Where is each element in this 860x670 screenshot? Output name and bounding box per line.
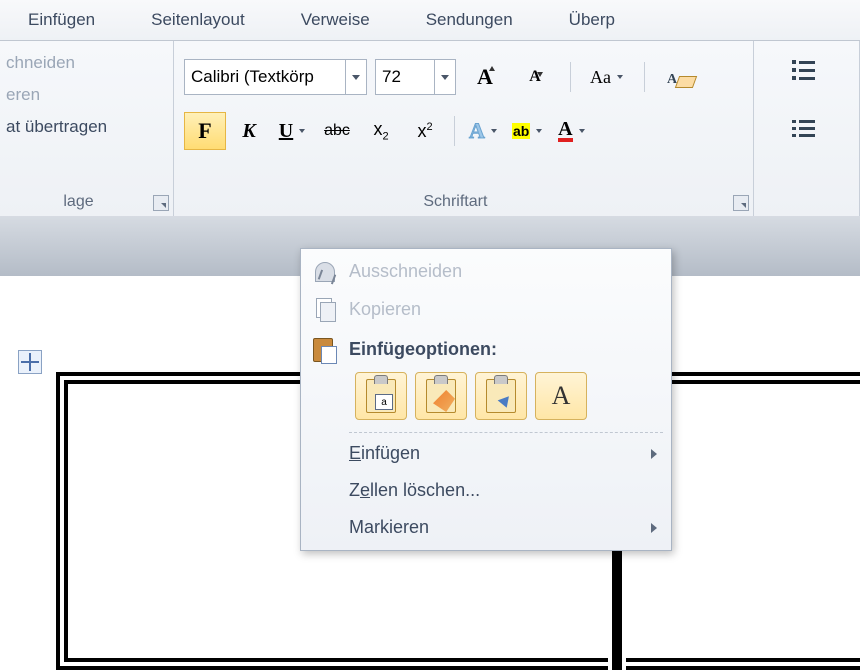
ribbon-tabs: Einfügen Seitenlayout Verweise Sendungen… — [0, 0, 860, 41]
paste-icon — [313, 336, 337, 362]
font-name-combo[interactable] — [184, 59, 367, 95]
paste-merge-formatting-button[interactable] — [415, 372, 467, 420]
strikethrough-icon: abc — [324, 122, 350, 140]
superscript-button[interactable]: x2 — [404, 112, 446, 150]
strikethrough-button[interactable]: abc — [316, 112, 358, 150]
menu-delete-cells-label: Zellen löschen... — [349, 480, 480, 501]
menu-copy-label: Kopieren — [349, 299, 421, 320]
separator — [570, 62, 571, 92]
clipboard-icon: a — [366, 379, 396, 413]
font-size-dropdown[interactable] — [434, 60, 455, 94]
submenu-arrow-icon — [651, 449, 657, 459]
grow-font-icon: A — [477, 64, 493, 90]
font-color-icon: A — [558, 120, 572, 142]
clear-formatting-icon — [665, 66, 695, 88]
chevron-down-icon — [534, 113, 544, 149]
paste-keep-source-button[interactable]: a — [355, 372, 407, 420]
change-case-icon: Aa — [590, 67, 611, 88]
chevron-down-icon — [489, 113, 499, 149]
tab-mailings[interactable]: Sendungen — [398, 0, 541, 40]
subscript-icon: x2 — [373, 119, 388, 143]
bold-icon: F — [198, 118, 211, 144]
menu-cut-label: Ausschneiden — [349, 261, 462, 282]
font-group: A A Aa F K U abc x2 x2 A ab A Schriftart — [174, 41, 754, 217]
menu-insert[interactable]: Einfügen — [301, 435, 671, 472]
clear-formatting-button[interactable] — [659, 58, 701, 96]
highlight-icon: ab — [512, 123, 530, 139]
underline-button[interactable]: U — [272, 112, 314, 150]
ribbon: chneiden eren at übertragen lage A A Aa … — [0, 41, 860, 218]
menu-select-label: Markieren — [349, 517, 429, 538]
menu-copy: Kopieren — [301, 290, 671, 328]
copy-icon — [314, 298, 336, 320]
font-name-input[interactable] — [185, 62, 345, 92]
clipboard-group: chneiden eren at übertragen lage — [0, 41, 174, 217]
format-painter-label[interactable]: at übertragen — [2, 111, 163, 143]
context-menu: Ausschneiden Kopieren Einfügeoptionen: a… — [300, 248, 672, 551]
text-effects-button[interactable]: A — [463, 112, 505, 150]
tab-review[interactable]: Überp — [541, 0, 643, 40]
font-dialog-launcher[interactable] — [733, 195, 749, 211]
menu-paste-options-label: Einfügeoptionen: — [349, 339, 497, 360]
number-list-icon — [792, 120, 820, 144]
superscript-icon: x2 — [417, 121, 432, 142]
chevron-down-icon — [577, 113, 587, 149]
font-name-dropdown[interactable] — [345, 60, 366, 94]
clipboard-icon — [486, 379, 516, 413]
text-only-icon: A — [552, 381, 571, 411]
table-move-handle[interactable] — [18, 350, 42, 374]
submenu-arrow-icon — [651, 523, 657, 533]
tab-references[interactable]: Verweise — [273, 0, 398, 40]
font-size-input[interactable] — [376, 62, 434, 92]
paste-text-only-button[interactable]: A — [535, 372, 587, 420]
subscript-button[interactable]: x2 — [360, 112, 402, 150]
menu-insert-label: Einfügen — [349, 443, 420, 464]
font-group-label: Schriftart — [174, 193, 737, 211]
italic-button[interactable]: K — [228, 112, 270, 150]
menu-paste-options-header: Einfügeoptionen: — [301, 328, 671, 366]
tab-insert[interactable]: Einfügen — [0, 0, 123, 40]
number-list-button[interactable] — [764, 113, 849, 151]
grow-font-button[interactable]: A — [464, 58, 506, 96]
chevron-down-icon — [615, 59, 625, 95]
separator — [454, 116, 455, 146]
menu-select[interactable]: Markieren — [301, 509, 671, 546]
paragraph-group — [754, 41, 860, 217]
copy-label[interactable]: eren — [2, 79, 163, 111]
highlight-button[interactable]: ab — [507, 112, 549, 150]
chevron-down-icon — [297, 113, 307, 149]
separator — [644, 62, 645, 92]
cut-label[interactable]: chneiden — [2, 47, 163, 79]
scissors-icon — [315, 262, 335, 282]
clipboard-icon — [426, 379, 456, 413]
paste-picture-button[interactable] — [475, 372, 527, 420]
text-effects-icon: A — [469, 118, 485, 144]
clipboard-group-label: lage — [0, 193, 157, 211]
italic-icon: K — [242, 120, 255, 143]
shrink-font-icon: A — [529, 68, 541, 86]
bullet-list-button[interactable] — [764, 53, 849, 91]
paste-options-row: a A — [301, 366, 671, 430]
change-case-button[interactable]: Aa — [585, 58, 630, 96]
font-color-button[interactable]: A — [551, 112, 593, 150]
underline-icon: U — [279, 120, 293, 143]
shrink-font-button[interactable]: A — [514, 58, 556, 96]
menu-cut: Ausschneiden — [301, 253, 671, 290]
menu-separator — [349, 432, 663, 433]
bullet-list-icon — [792, 60, 820, 84]
clipboard-dialog-launcher[interactable] — [153, 195, 169, 211]
tab-layout[interactable]: Seitenlayout — [123, 0, 273, 40]
font-size-combo[interactable] — [375, 59, 456, 95]
menu-delete-cells[interactable]: Zellen löschen... — [301, 472, 671, 509]
bold-button[interactable]: F — [184, 112, 226, 150]
